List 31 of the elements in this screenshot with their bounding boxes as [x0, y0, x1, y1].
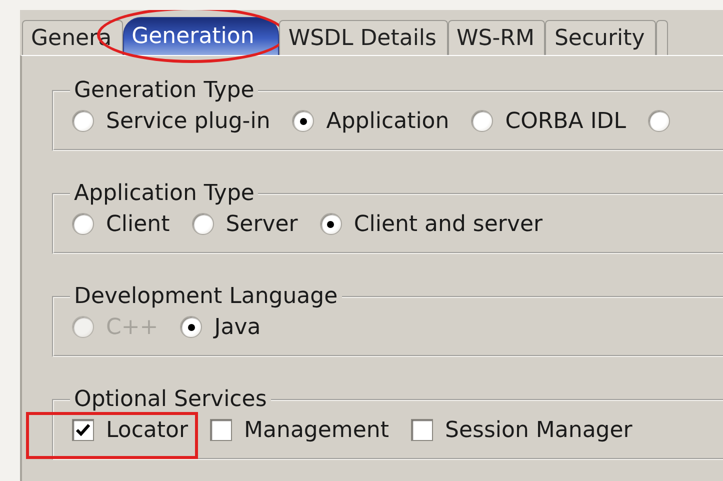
group-title: Application Type — [73, 181, 256, 206]
checkbox[interactable] — [72, 419, 94, 441]
group-title: Generation Type — [73, 78, 256, 103]
tab[interactable]: WSDL Details — [279, 20, 448, 55]
checkbox[interactable] — [210, 419, 232, 441]
radio-button[interactable] — [72, 213, 94, 235]
group-title: Development Language — [73, 284, 339, 309]
radio-button[interactable] — [292, 110, 314, 132]
option-label[interactable]: Session Manager — [444, 418, 632, 442]
tab[interactable]: Security — [545, 20, 656, 55]
option-label[interactable]: Locator — [106, 418, 188, 442]
radio-button[interactable] — [192, 213, 214, 235]
option-label[interactable]: Service plug-in — [106, 108, 270, 134]
radio-button[interactable] — [72, 110, 94, 132]
check-icon — [76, 424, 90, 436]
checkbox[interactable] — [410, 419, 433, 441]
radio-button[interactable] — [180, 316, 202, 338]
radio-button[interactable] — [320, 213, 342, 235]
tab[interactable]: Generation — [122, 17, 280, 55]
option-label[interactable]: Application — [326, 108, 450, 134]
option-label[interactable]: Java — [214, 314, 261, 340]
option-label[interactable]: CORBA IDL — [505, 108, 626, 134]
radio-button[interactable] — [648, 110, 670, 132]
option-label[interactable]: Client and server — [354, 212, 543, 236]
option-label[interactable]: Client — [106, 212, 170, 236]
tab[interactable] — [656, 20, 668, 55]
option-label[interactable]: Server — [226, 212, 298, 236]
option-label[interactable]: Management — [244, 418, 389, 442]
tab[interactable]: WS-RM — [448, 20, 546, 55]
radio-button[interactable] — [471, 110, 494, 132]
group-title: Optional Services — [73, 387, 268, 412]
